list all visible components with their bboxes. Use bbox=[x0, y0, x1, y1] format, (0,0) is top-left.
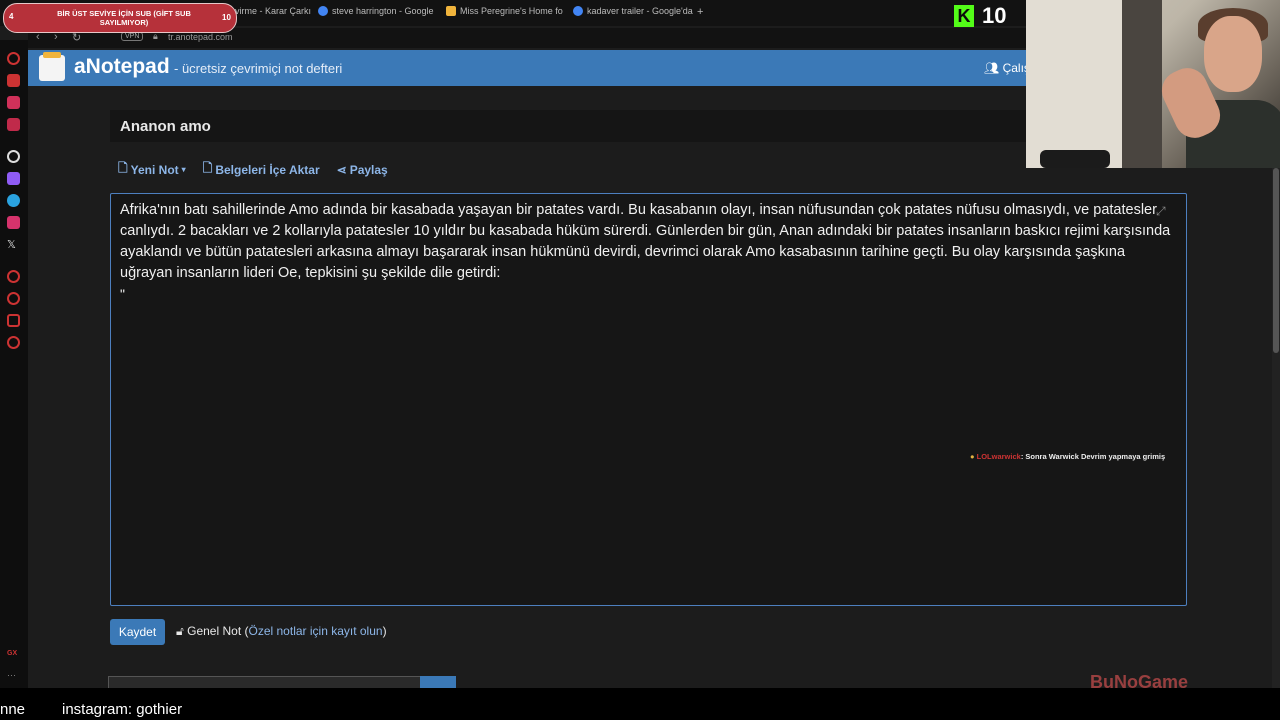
site-tagline: - ücretsiz çevrimiçi not defteri bbox=[174, 61, 343, 76]
stream-alert: 4 BİR ÜST SEVİYE İÇİN SUB (GİFT SUB SAYI… bbox=[3, 3, 237, 33]
webcam-person-head bbox=[1204, 16, 1262, 92]
alert-count: 10 bbox=[222, 13, 231, 22]
google-icon bbox=[573, 6, 583, 16]
ticker-text: nne bbox=[0, 701, 26, 718]
save-button[interactable]: Kaydet bbox=[110, 619, 165, 645]
share-icon: ⋖ bbox=[336, 162, 347, 177]
kick-count: 10 bbox=[982, 3, 1007, 28]
twitch-icon[interactable] bbox=[7, 172, 20, 185]
share-button[interactable]: ⋖ Paylaş bbox=[337, 159, 388, 180]
x-icon[interactable]: 𝕏 bbox=[7, 238, 20, 251]
note-title[interactable]: Ananon amo bbox=[120, 118, 211, 135]
note-content[interactable]: Afrika'nın batı sahillerinde Amo adında … bbox=[120, 200, 1176, 284]
telegram-icon[interactable] bbox=[7, 194, 20, 207]
stream-bottom-bar: nne instagram: gothier bbox=[0, 688, 1280, 720]
gx-icon[interactable]: GX bbox=[7, 650, 20, 663]
vpn-badge[interactable]: VPN bbox=[121, 32, 144, 41]
webcam-chair bbox=[1040, 150, 1110, 168]
opera-icon[interactable] bbox=[7, 52, 20, 65]
chat-text: : Sonra Warwick Devrim yapmaya grimiş bbox=[1020, 452, 1166, 461]
note-editor[interactable]: Afrika'nın batı sahillerinde Amo adında … bbox=[110, 193, 1187, 606]
instagram-handle: instagram: gothier bbox=[62, 701, 183, 718]
notepad-logo-icon[interactable] bbox=[39, 52, 65, 81]
movie-icon bbox=[446, 6, 456, 16]
tab-peregrine[interactable]: Miss Peregrine's Home fo bbox=[446, 6, 563, 16]
scrollbar-thumb[interactable] bbox=[1273, 168, 1279, 353]
document-icon: 🗋︎ bbox=[118, 161, 128, 175]
tab-label: Miss Peregrine's Home fo bbox=[460, 6, 563, 16]
login-link[interactable]: 👥︎ Çalış bbox=[984, 61, 1030, 75]
note-title-bar: Ananon amo bbox=[110, 110, 1030, 142]
url-field[interactable]: tr.anotepad.com bbox=[168, 32, 233, 42]
new-tab-button[interactable]: + bbox=[697, 6, 703, 18]
chat-message: ● LOLwarwick: Sonra Warwick Devrim yapma… bbox=[970, 452, 1165, 461]
cursor-line: " bbox=[120, 286, 125, 302]
webcam-overlay bbox=[1026, 0, 1280, 168]
chat-username: LOLwarwick bbox=[976, 452, 1021, 461]
alert-level: 4 bbox=[9, 12, 14, 21]
box-icon[interactable] bbox=[7, 314, 20, 327]
users-icon: 👥︎ bbox=[984, 61, 1000, 75]
music-icon[interactable] bbox=[7, 118, 20, 131]
tab-label: steve harrington - Google bbox=[332, 6, 434, 16]
site-header: aNotepad - ücretsiz çevrimiçi not defter… bbox=[28, 50, 1030, 86]
webcam-wall bbox=[1026, 0, 1126, 168]
bag-icon[interactable] bbox=[7, 74, 20, 87]
new-note-button[interactable]: 🗋︎ Yeni Not ▾ bbox=[118, 159, 186, 180]
tab-steve[interactable]: steve harrington - Google bbox=[318, 6, 434, 16]
settings-icon[interactable] bbox=[7, 336, 20, 349]
google-icon bbox=[318, 6, 328, 16]
clock-icon[interactable] bbox=[7, 292, 20, 305]
register-link[interactable]: Özel notlar için kayıt olun bbox=[249, 624, 383, 638]
caret-down-icon: ▾ bbox=[181, 165, 186, 174]
more-icon[interactable]: ··· bbox=[7, 670, 20, 683]
public-note: 🔓︎ Genel Not (Özel notlar için kayıt olu… bbox=[176, 624, 387, 638]
unlock-icon: 🔓︎ bbox=[176, 624, 184, 638]
fullscreen-icon[interactable]: ⤢ bbox=[1156, 204, 1166, 219]
alert-text: BİR ÜST SEVİYE İÇİN SUB (GİFT SUB SAYILM… bbox=[57, 9, 191, 27]
site-logo[interactable]: aNotepad bbox=[74, 55, 170, 79]
kick-counter: K 10 bbox=[954, 3, 1006, 29]
tab-kadaver[interactable]: kadaver trailer - Google'da bbox=[573, 6, 693, 16]
import-icon: 🗋︎ bbox=[202, 161, 213, 175]
tab-label: kadaver trailer - Google'da bbox=[587, 6, 693, 16]
note-toolbar: 🗋︎ Yeni Not ▾ 🗋︎ Belgeleri İçe Aktar ⋖ P… bbox=[118, 159, 388, 180]
kick-logo-icon: K bbox=[954, 5, 974, 27]
browser-sidebar: 𝕏 GX ··· bbox=[0, 40, 28, 688]
webcam-door bbox=[1122, 0, 1162, 168]
chat-badge-icon: ● bbox=[970, 452, 975, 461]
chatgpt-icon[interactable] bbox=[7, 150, 20, 163]
history-icon[interactable] bbox=[7, 270, 20, 283]
messenger-icon[interactable] bbox=[7, 96, 20, 109]
import-button[interactable]: 🗋︎ Belgeleri İçe Aktar bbox=[203, 159, 320, 180]
instagram-icon[interactable] bbox=[7, 216, 20, 229]
